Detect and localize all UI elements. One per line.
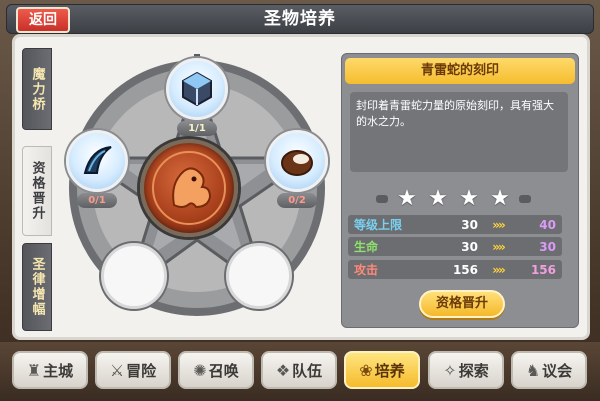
star-icon: ★ bbox=[490, 186, 510, 211]
castle-icon: ♜ bbox=[26, 360, 42, 380]
tab-mana-bridge[interactable]: 魔力桥 bbox=[22, 48, 52, 130]
coconut-icon bbox=[281, 150, 313, 176]
nav-team[interactable]: ❖ 队伍 bbox=[261, 351, 337, 389]
stat-row-hp: 生命 30 »» 30 bbox=[348, 237, 562, 256]
star-rating-cap-right bbox=[519, 195, 531, 203]
swords-icon: ⚔ bbox=[109, 360, 125, 380]
summon-circle-icon: ✺ bbox=[193, 360, 207, 380]
stat-current: 30 bbox=[461, 217, 478, 232]
item-name: 青雷蛇的刻印 bbox=[345, 58, 575, 84]
nav-summon[interactable]: ✺ 召唤 bbox=[178, 351, 254, 389]
nav-explore[interactable]: ✧ 探索 bbox=[428, 351, 504, 389]
nav-label: 队伍 bbox=[292, 361, 323, 380]
tab-qualification-promotion[interactable]: 资格晋升 bbox=[22, 146, 52, 236]
cube-icon bbox=[182, 71, 212, 107]
star-icon: ★ bbox=[459, 186, 479, 211]
nav-label: 冒险 bbox=[126, 361, 157, 380]
stat-row-level-cap: 等级上限 30 »» 40 bbox=[348, 215, 562, 234]
slot-cube-count: 1/1 bbox=[177, 121, 217, 136]
stat-current: 156 bbox=[452, 262, 478, 277]
council-icon: ♞ bbox=[525, 360, 541, 380]
item-description: 封印着青雷蛇力量的原始刻印，具有强大的水之力。 bbox=[350, 92, 568, 172]
nav-adventure[interactable]: ⚔ 冒险 bbox=[95, 351, 171, 389]
nav-label: 召唤 bbox=[208, 361, 239, 380]
slot-horn[interactable] bbox=[66, 130, 128, 192]
back-button[interactable]: 返回 bbox=[16, 7, 70, 33]
stat-next: 40 bbox=[539, 217, 556, 232]
slot-horn-count: 0/1 bbox=[77, 193, 117, 208]
page-title: 圣物培养 bbox=[264, 9, 336, 29]
slot-cube[interactable] bbox=[166, 58, 228, 120]
nav-main-city[interactable]: ♜ 主城 bbox=[12, 351, 88, 389]
star-rating-cap-left bbox=[376, 195, 388, 203]
stat-label: 等级上限 bbox=[354, 218, 403, 232]
explore-icon: ✧ bbox=[443, 360, 457, 380]
nav-label: 培养 bbox=[374, 361, 405, 380]
stat-row-attack: 攻击 156 »» 156 bbox=[348, 260, 562, 279]
star-rating: ★ ★ ★ ★ bbox=[376, 186, 531, 211]
slot-coconut[interactable] bbox=[266, 130, 328, 192]
nav-label: 主城 bbox=[43, 361, 74, 380]
team-icon: ❖ bbox=[275, 360, 291, 380]
dragon-emblem-icon bbox=[140, 139, 238, 237]
star-icon: ★ bbox=[428, 186, 448, 211]
slot-coconut-count: 0/2 bbox=[277, 193, 317, 208]
stat-label: 生命 bbox=[354, 240, 379, 254]
star-icon: ★ bbox=[397, 186, 417, 211]
tab-holy-law-amplify[interactable]: 圣律增幅 bbox=[22, 243, 52, 331]
nav-label: 议会 bbox=[542, 361, 573, 380]
horn-icon bbox=[83, 146, 112, 174]
double-arrow-icon: »» bbox=[492, 239, 506, 254]
nav-cultivate[interactable]: ❀ 培养 bbox=[344, 351, 420, 389]
cultivate-icon: ❀ bbox=[359, 360, 373, 380]
double-arrow-icon: »» bbox=[492, 217, 506, 232]
stat-current: 30 bbox=[461, 239, 478, 254]
stat-label: 攻击 bbox=[354, 263, 379, 277]
nav-label: 探索 bbox=[458, 361, 489, 380]
slot-empty-bottom-left[interactable] bbox=[101, 243, 167, 309]
slot-empty-bottom-right[interactable] bbox=[226, 243, 292, 309]
double-arrow-icon: »» bbox=[492, 262, 506, 277]
promote-button[interactable]: 资格晋升 bbox=[419, 290, 505, 318]
stat-next: 156 bbox=[530, 262, 556, 277]
stat-next: 30 bbox=[539, 239, 556, 254]
nav-council[interactable]: ♞ 议会 bbox=[511, 351, 587, 389]
